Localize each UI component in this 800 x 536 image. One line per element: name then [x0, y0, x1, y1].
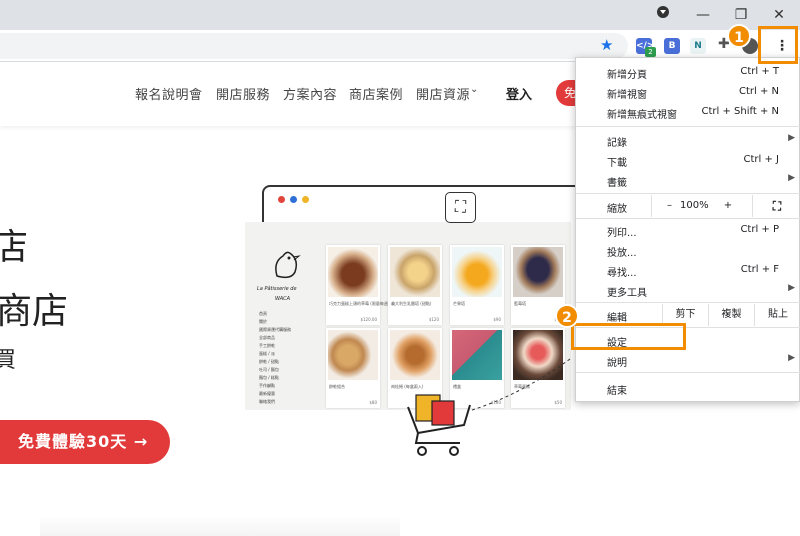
store-name-2: WACA [275, 296, 291, 302]
restore-icon[interactable]: ❐ [730, 4, 752, 26]
step-1-badge: 1 [727, 24, 751, 48]
product-image [390, 330, 440, 380]
extension-badge: 2 [645, 47, 656, 57]
login-link[interactable]: 登入 [506, 84, 532, 103]
highlight-menu-button [758, 26, 798, 64]
bird-logo-icon [269, 246, 303, 282]
menu-new-tab[interactable]: 新增分頁 Ctrl + T [576, 62, 800, 82]
product-image [328, 247, 378, 297]
category-item: 最新優惠 [259, 391, 275, 396]
illustration-browser-frame [262, 185, 582, 225]
dashed-path [471, 358, 571, 411]
close-icon[interactable]: ✕ [768, 4, 790, 26]
nav-cases[interactable]: 商店案例 [349, 84, 403, 103]
menu-bookmarks[interactable]: 書籤 ▶ [576, 170, 800, 190]
category-item: 手作鹹點 [259, 383, 275, 388]
submenu-arrow-icon: ▶ [788, 173, 795, 183]
hero-line-2: 商店 [0, 291, 69, 332]
bookmark-star-icon[interactable]: ★ [600, 36, 613, 54]
profile-icon[interactable] [652, 4, 674, 26]
yellow-dot-icon [302, 196, 309, 203]
hero-bottom-shadow [40, 515, 400, 536]
menu-new-window[interactable]: 新增視窗 Ctrl + N [576, 82, 800, 102]
store-name: La Pâtisserie de [257, 286, 297, 292]
category-item: 餅乾 / 甜點 [259, 359, 279, 364]
browser-title-bar: — ❐ ✕ [0, 0, 800, 30]
minimize-icon[interactable]: — [692, 4, 714, 26]
product-card: 芒果塔 $90 [450, 245, 504, 325]
blue-dot-icon [290, 196, 297, 203]
menu-exit[interactable]: 結束 [576, 378, 800, 398]
submenu-arrow-icon: ▶ [788, 283, 795, 293]
menu-print[interactable]: 列印... Ctrl + P [576, 220, 800, 240]
menu-more-tools[interactable]: 更多工具 ▶ [576, 280, 800, 300]
category-item: 關於 [259, 319, 267, 324]
highlight-settings [571, 323, 686, 350]
zoom-level: 100% [680, 200, 709, 211]
menu-new-incognito[interactable]: 新增無痕式視窗 Ctrl + Shift + N [576, 102, 800, 122]
hero-line-3: 買 [0, 348, 17, 373]
edit-paste-button[interactable]: 貼上 [754, 304, 800, 326]
menu-cast[interactable]: 投放... [576, 240, 800, 260]
category-item: 聯絡我們 [259, 399, 275, 404]
submenu-arrow-icon: ▶ [788, 133, 795, 143]
address-bar[interactable] [0, 33, 628, 59]
category-item: 蛋糕 / 派 [259, 351, 275, 356]
red-dot-icon [278, 196, 285, 203]
product-card: 餅乾組合 $80 [326, 328, 380, 408]
qr-scan-icon: ⛶ [445, 192, 476, 223]
menu-help[interactable]: 說明 ▶ [576, 350, 800, 370]
zoom-in-button[interactable]: + [718, 195, 738, 217]
category-item: 國際貨運代購服務 [259, 327, 291, 332]
nav-plans[interactable]: 方案內容 [283, 84, 337, 103]
extension-n-icon[interactable]: N [690, 38, 706, 54]
category-item: 吐司 / 麵包 [259, 367, 279, 372]
category-item: 全部商品 [259, 335, 275, 340]
product-image [390, 247, 440, 297]
menu-history[interactable]: 記錄 ▶ [576, 130, 800, 150]
menu-downloads[interactable]: 下載 Ctrl + J [576, 150, 800, 170]
product-image [328, 330, 378, 380]
menu-zoom-row: 縮放 – 100% + ⛶ [576, 195, 800, 217]
nav-services[interactable]: 開店服務 [216, 84, 270, 103]
browser-main-menu: 新增分頁 Ctrl + T 新增視窗 Ctrl + N 新增無痕式視窗 Ctrl + … [575, 57, 800, 402]
hero-line-1: 店 [0, 227, 29, 268]
fullscreen-icon[interactable]: ⛶ [752, 195, 800, 217]
category-item: 首頁 [259, 311, 267, 316]
menu-find[interactable]: 尋找... Ctrl + F [576, 260, 800, 280]
nav-resources[interactable]: 開店資源 [416, 84, 470, 103]
free-trial-button[interactable]: 免費體驗30天 → [0, 420, 170, 464]
nav-seminar[interactable]: 報名說明會 [135, 84, 203, 103]
product-card: 義大利生乳酪塔 (甜點) $120 [388, 245, 442, 325]
category-item: 麵包 / 糕點 [259, 375, 279, 380]
product-image [513, 247, 563, 297]
step-2-badge: 2 [555, 304, 579, 328]
shop-sidebar: La Pâtisserie de WACA 首頁 關於 國際貨運代購服務 全部商… [253, 234, 319, 404]
submenu-arrow-icon: ▶ [788, 353, 795, 363]
edit-copy-button[interactable]: 複製 [708, 304, 754, 326]
product-card: 巧克力蛋糕上頭的草莓 (限量每週) $120.00 [326, 245, 389, 325]
product-image [452, 247, 502, 297]
category-item: 手工餅乾 [259, 343, 275, 348]
chevron-down-icon: ⌄ [470, 84, 479, 95]
extension-b-icon[interactable]: B [664, 38, 680, 54]
